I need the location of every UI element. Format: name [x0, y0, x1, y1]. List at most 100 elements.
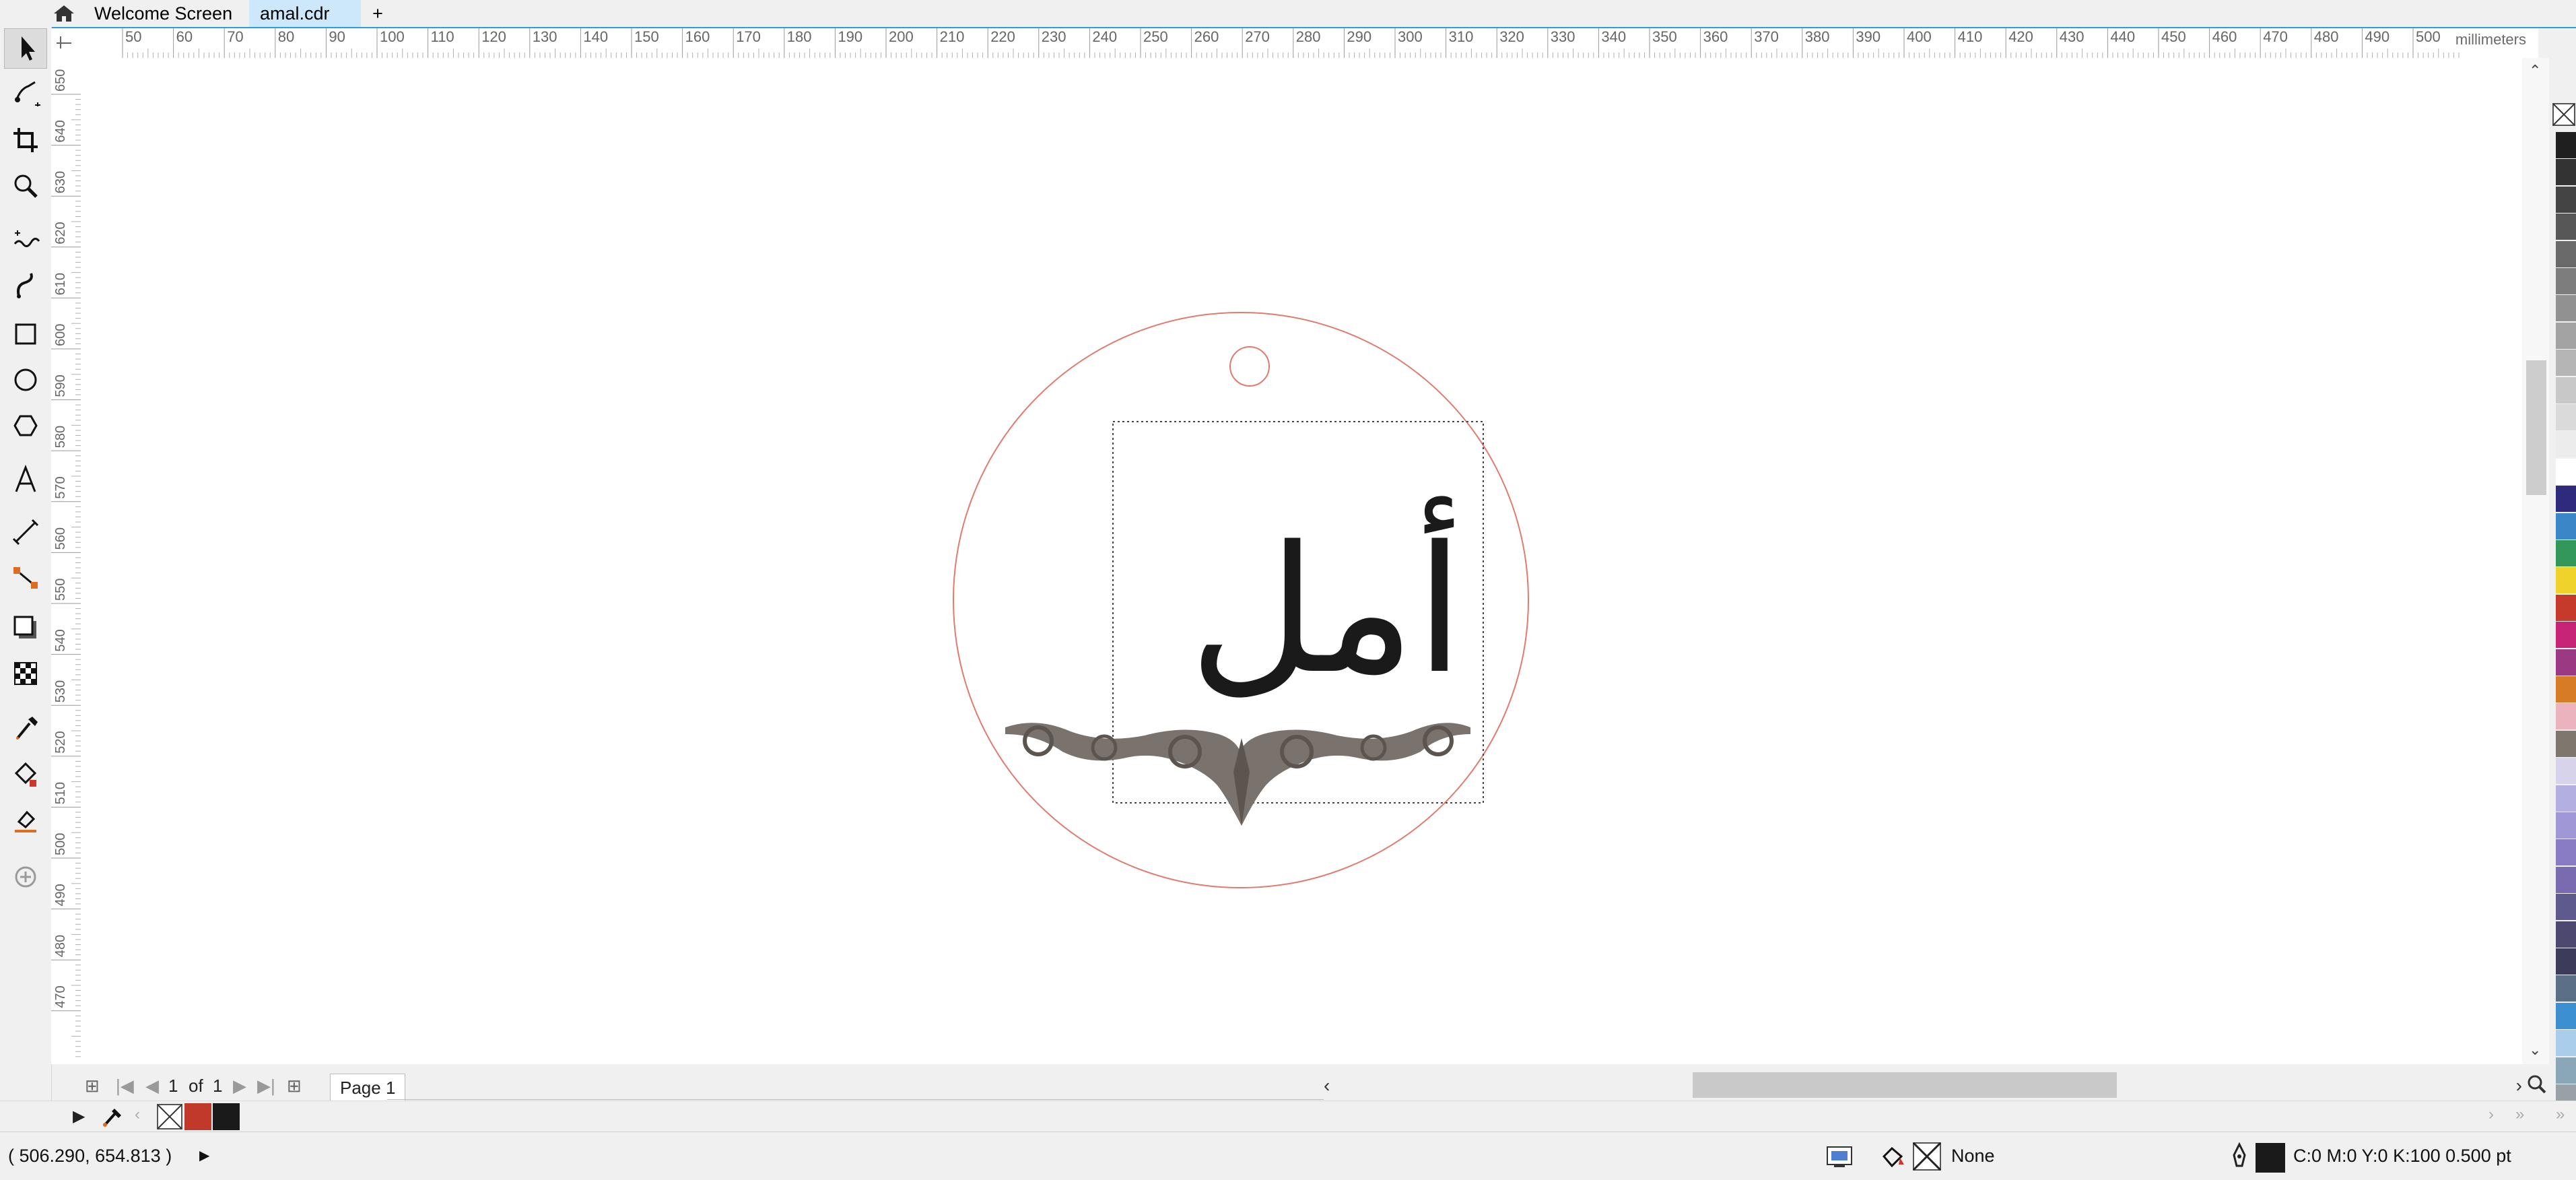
outline-pen-icon[interactable] — [2225, 1142, 2254, 1171]
drawing-canvas[interactable]: أمل — [81, 58, 2522, 1064]
palette-swatch[interactable] — [2556, 785, 2576, 812]
prev-page-icon[interactable]: ◀ — [145, 1071, 159, 1101]
palette-swatch[interactable] — [2556, 268, 2576, 294]
next-page-icon[interactable]: ▶ — [233, 1071, 246, 1101]
palette-swatch[interactable] — [2556, 540, 2576, 566]
palette-swatch[interactable] — [2556, 594, 2576, 621]
fill-bucket-status-icon[interactable] — [1878, 1142, 1908, 1171]
palette-swatch[interactable] — [2556, 458, 2576, 485]
status-expand-icon[interactable]: ▶ — [199, 1146, 209, 1166]
palette-swatch[interactable] — [2556, 214, 2576, 240]
palette-swatch[interactable] — [2556, 730, 2576, 757]
crop-tool[interactable] — [4, 120, 47, 160]
current-page-number[interactable]: 1 — [168, 1071, 178, 1101]
palette-expand-icon[interactable]: » — [2556, 1105, 2565, 1124]
palette-swatch[interactable] — [2556, 703, 2576, 730]
zoom-navigator-icon[interactable] — [2525, 1072, 2549, 1096]
freehand-tool[interactable] — [4, 220, 47, 260]
horizontal-scroll-thumb[interactable] — [1693, 1072, 2117, 1098]
smart-fill-tool[interactable] — [4, 799, 47, 839]
vertical-scroll-thumb[interactable] — [2526, 360, 2546, 495]
docpal-eyedropper-icon[interactable] — [98, 1103, 125, 1130]
add-page-after-icon[interactable]: ⊞ — [287, 1071, 302, 1101]
palette-swatch[interactable] — [2556, 132, 2576, 158]
scroll-down-arrow-icon[interactable]: ⌄ — [2529, 1041, 2541, 1059]
palette-swatch[interactable] — [2556, 376, 2576, 403]
connector-tool[interactable] — [4, 558, 47, 598]
palette-swatch[interactable] — [2556, 622, 2576, 649]
zoom-tool[interactable] — [4, 166, 47, 206]
cursor-coordinates: ( 506.290, 654.813 ) — [8, 1146, 172, 1166]
palette-swatch[interactable] — [2556, 1057, 2576, 1084]
parallel-dimension-tool[interactable] — [4, 512, 47, 552]
ruler-tick-label: 390 — [1856, 28, 1880, 45]
canvas-arabic-text[interactable]: أمل — [1189, 496, 1464, 713]
text-tool[interactable] — [4, 459, 47, 500]
scroll-right-arrow-icon[interactable]: › — [2516, 1075, 2522, 1096]
palette-swatch[interactable] — [2556, 649, 2576, 676]
palette-swatch[interactable] — [2556, 567, 2576, 594]
transparency-tool[interactable] — [4, 653, 47, 694]
polygon-tool[interactable] — [4, 405, 47, 446]
palette-swatch[interactable] — [2556, 921, 2576, 948]
vertical-ruler[interactable]: 650 640 630 620 610 600 590 580 570 560 550 540 530 5… — [51, 58, 81, 1064]
palette-swatch[interactable] — [2556, 758, 2576, 785]
palette-swatch[interactable] — [2556, 676, 2576, 702]
artistic-media-tool[interactable] — [4, 265, 47, 306]
scroll-up-arrow-icon[interactable]: ⌃ — [2529, 62, 2541, 79]
palette-swatch[interactable] — [2556, 839, 2576, 866]
scroll-left-arrow-icon[interactable]: ‹ — [1324, 1075, 1330, 1096]
outline-color-swatch[interactable] — [2256, 1143, 2285, 1173]
horizontal-ruler[interactable]: 50 60 70 80 90 100 110 120 130 140 150 160 170 180 190… — [81, 28, 2538, 59]
fill-none-swatch-icon[interactable] — [1912, 1142, 1942, 1171]
tab-welcome-screen[interactable]: Welcome Screen — [86, 0, 240, 27]
palette-swatch[interactable] — [2556, 404, 2576, 430]
tab-document[interactable]: amal.cdr — [249, 0, 361, 27]
palette-swatch[interactable] — [2556, 186, 2576, 213]
docpal-no-color-swatch[interactable] — [156, 1103, 183, 1130]
first-page-icon[interactable]: |◀ — [116, 1071, 134, 1101]
page-tab-1[interactable]: Page 1 — [330, 1074, 406, 1101]
palette-swatch[interactable] — [2556, 1002, 2576, 1029]
ruler-origin[interactable] — [51, 28, 81, 59]
palette-swatch[interactable] — [2556, 486, 2576, 513]
freehand-pick-tool[interactable] — [4, 73, 47, 113]
palette-swatch[interactable] — [2556, 866, 2576, 893]
no-color-swatch-icon[interactable] — [2552, 102, 2576, 129]
color-proof-icon[interactable] — [1825, 1142, 1854, 1171]
palette-swatch[interactable] — [2556, 513, 2576, 539]
docpal-expand-right-icon[interactable]: » — [2515, 1105, 2524, 1124]
palette-swatch[interactable] — [2556, 159, 2576, 186]
ellipse-tool[interactable] — [4, 360, 47, 400]
interactive-fill-tool[interactable] — [4, 753, 47, 793]
drop-shadow-tool[interactable] — [4, 608, 47, 648]
vertical-scrollbar[interactable]: ⌃ ⌄ — [2522, 58, 2549, 1064]
docpal-scroll-left-icon[interactable]: ‹ — [135, 1105, 140, 1124]
pick-tool[interactable] — [4, 28, 47, 69]
ruler-tick-label: 460 — [2212, 28, 2237, 45]
docpal-scroll-right-icon[interactable]: › — [2488, 1105, 2494, 1124]
palette-swatch[interactable] — [2556, 295, 2576, 322]
home-tab[interactable] — [48, 0, 79, 27]
add-tool-button[interactable] — [4, 857, 47, 897]
ornament-flourish[interactable] — [1005, 723, 1470, 826]
palette-swatch[interactable] — [2556, 948, 2576, 975]
palette-swatch[interactable] — [2556, 322, 2576, 349]
add-page-before-icon[interactable]: ⊞ — [85, 1071, 100, 1101]
document-palette-swatch[interactable] — [213, 1103, 240, 1130]
document-palette-swatch[interactable] — [184, 1103, 211, 1130]
palette-swatch[interactable] — [2556, 1030, 2576, 1057]
palette-swatch[interactable] — [2556, 812, 2576, 839]
new-tab-button[interactable]: + — [368, 0, 388, 27]
palette-swatch[interactable] — [2556, 350, 2576, 376]
rectangle-tool[interactable] — [4, 314, 47, 354]
palette-swatch[interactable] — [2556, 975, 2576, 1002]
eyedropper-tool[interactable] — [4, 707, 47, 748]
palette-swatch[interactable] — [2556, 894, 2576, 921]
ruler-tick-label: 600 — [53, 324, 68, 346]
palette-swatch[interactable] — [2556, 431, 2576, 458]
last-page-icon[interactable]: ▶| — [257, 1071, 275, 1101]
docpal-expand-icon[interactable]: ▶ — [73, 1107, 85, 1126]
palette-swatch[interactable] — [2556, 240, 2576, 267]
tag-hole-circle[interactable] — [1229, 346, 1270, 387]
